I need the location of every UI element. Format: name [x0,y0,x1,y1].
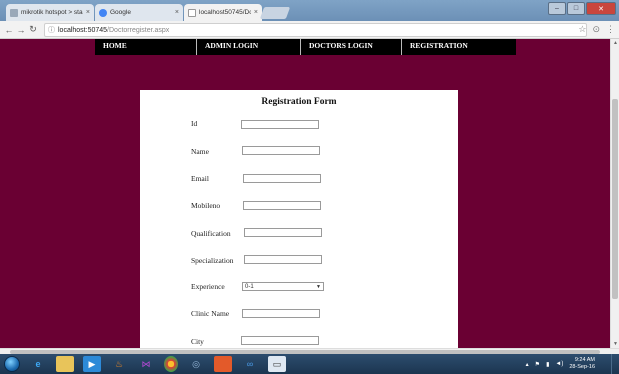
city-label: City [191,337,204,346]
nav-doctors-login[interactable]: DOCTORS LOGIN [301,39,402,55]
clock-time: 9:24 AM [574,357,595,363]
tab-localhost[interactable]: localhost50745/Doctor × [184,4,262,21]
dropdown-arrow-icon: ▼ [316,283,321,290]
registration-form: Registration Form Id Name Email Mobileno… [140,90,458,348]
link-app-icon[interactable]: ∞ [241,356,259,372]
page-content: HOME ADMIN LOGIN DOCTORS LOGIN REGISTRAT… [0,39,610,348]
media-player-icon[interactable]: ▶ [83,356,101,372]
scroll-down-icon[interactable]: ▼ [613,341,618,347]
toolbar-right: ☆ ⊙ ⋮ [578,24,615,35]
google-icon [99,8,107,17]
show-desktop-button[interactable] [611,354,619,374]
address-bar-row: ← → ↻ ⓘ localhost:50745/Doctorregister.a… [0,21,619,39]
scroll-thumb[interactable] [612,99,618,299]
window-controls: – □ ✕ [548,2,616,15]
id-label: Id [191,119,198,128]
name-label: Name [191,147,209,156]
explorer-icon[interactable] [56,356,74,372]
clinic-name-label: Clinic Name [191,309,230,318]
chrome-icon[interactable] [164,356,178,372]
visual-studio-icon[interactable]: ⋈ [137,356,155,372]
name-input[interactable] [242,146,320,155]
reload-icon[interactable]: ↻ [27,24,39,35]
arrow-up-tray-icon[interactable]: ▴ [526,361,529,368]
wifi-app-icon[interactable]: ◎ [187,356,205,372]
city-input[interactable] [241,336,319,345]
nav-registration[interactable]: REGISTRATION [402,39,516,55]
experience-label: Experience [191,282,225,291]
email-label: Email [191,174,209,183]
page-icon [188,8,196,17]
taskbar: e ▶ ♨ ⋈ ◎ ∞ ▭ ▴ ⚑ ▮ ◄) 9:24 AM 28-Sep-16 [0,354,619,374]
url-field[interactable]: ⓘ localhost:50745/Doctorregister.aspx [44,23,587,37]
close-tab-icon[interactable]: × [254,9,258,16]
tab-mikrotik[interactable]: mikrotik hotspot > stan × [6,4,94,21]
close-tab-icon[interactable]: × [175,9,179,16]
system-tray: ▴ ⚑ ▮ ◄) 9:24 AM 28-Sep-16 [526,354,595,374]
tab-google[interactable]: Google × [95,4,183,21]
specialization-label: Specialization [191,256,234,265]
nav-admin-login[interactable]: ADMIN LOGIN [197,39,301,55]
specialization-input[interactable] [244,255,322,264]
url-host: localhost:50745 [58,26,108,34]
clock[interactable]: 9:24 AM 28-Sep-16 [569,357,595,371]
star-icon[interactable]: ☆ [578,24,586,35]
qualification-input[interactable] [244,228,322,237]
experience-value: 0-1 [245,283,254,290]
close-icon[interactable]: ✕ [586,2,616,15]
tab-title: mikrotik hotspot > stan [21,9,83,16]
experience-select[interactable]: 0-1 ▼ [242,282,324,291]
new-tab-button[interactable] [259,7,291,19]
paint-icon[interactable] [214,356,232,372]
id-input[interactable] [241,120,319,129]
browser-tab-bar: mikrotik hotspot > stan × Google × local… [0,0,619,21]
nav-home[interactable]: HOME [95,39,197,55]
close-tab-icon[interactable]: × [86,9,90,16]
maximize-icon[interactable]: □ [567,2,585,15]
minimize-icon[interactable]: – [548,2,566,15]
mobileno-label: Mobileno [191,201,221,210]
window-app-icon[interactable]: ▭ [268,356,286,372]
extension-icon[interactable]: ⊙ [592,24,600,35]
start-button[interactable] [4,356,20,372]
flag-icon[interactable]: ⚑ [535,361,540,368]
main-nav: HOME ADMIN LOGIN DOCTORS LOGIN REGISTRAT… [95,39,516,55]
form-title: Registration Form [261,97,337,107]
forward-icon[interactable]: → [15,25,27,35]
vertical-scrollbar[interactable]: ▲ ▼ [610,39,619,348]
clinic-name-input[interactable] [242,309,320,318]
scroll-up-icon[interactable]: ▲ [613,40,618,46]
volume-icon[interactable]: ◄) [555,361,563,367]
java-icon[interactable]: ♨ [110,356,128,372]
network-icon[interactable]: ▮ [546,361,549,368]
qualification-label: Qualification [191,229,231,238]
email-input[interactable] [243,174,321,183]
url-path: /Doctorregister.aspx [107,26,170,34]
tab-title: localhost50745/Doctor [199,9,251,16]
info-icon: ⓘ [48,27,55,34]
clock-date: 28-Sep-16 [569,364,595,370]
page-icon [10,8,18,17]
menu-icon[interactable]: ⋮ [606,24,615,35]
ie-icon[interactable]: e [29,356,47,372]
mobileno-input[interactable] [243,201,321,210]
back-icon[interactable]: ← [3,25,15,35]
tab-title: Google [110,9,131,16]
